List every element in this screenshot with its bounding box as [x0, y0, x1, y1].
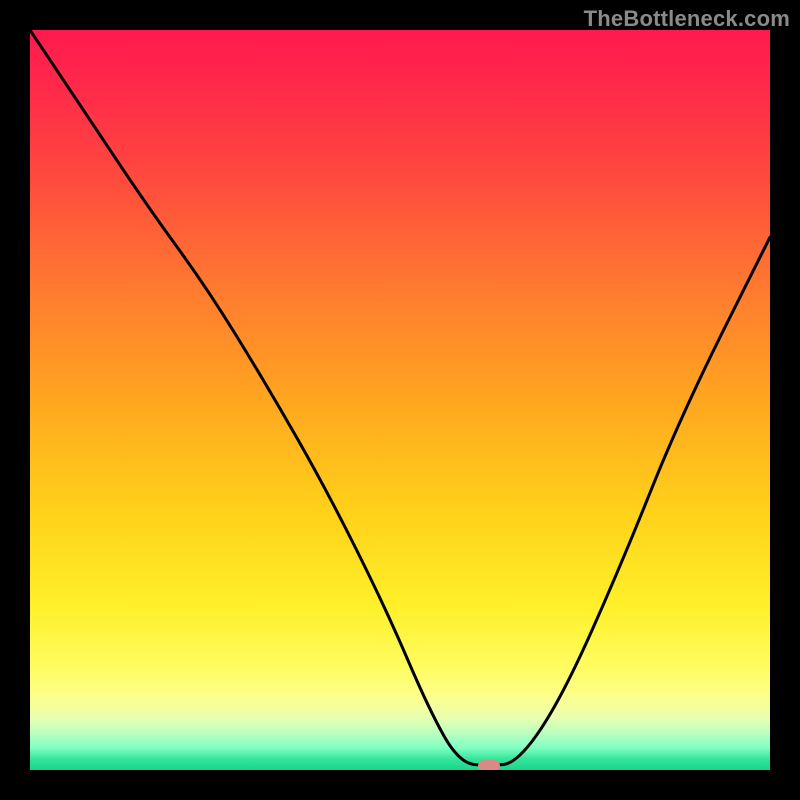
plot-area: [30, 30, 770, 770]
watermark-label: TheBottleneck.com: [584, 6, 790, 32]
chart-frame: TheBottleneck.com: [0, 0, 800, 800]
optimal-point-marker: [478, 760, 500, 770]
curve-svg: [30, 30, 770, 770]
bottleneck-curve: [30, 30, 770, 765]
